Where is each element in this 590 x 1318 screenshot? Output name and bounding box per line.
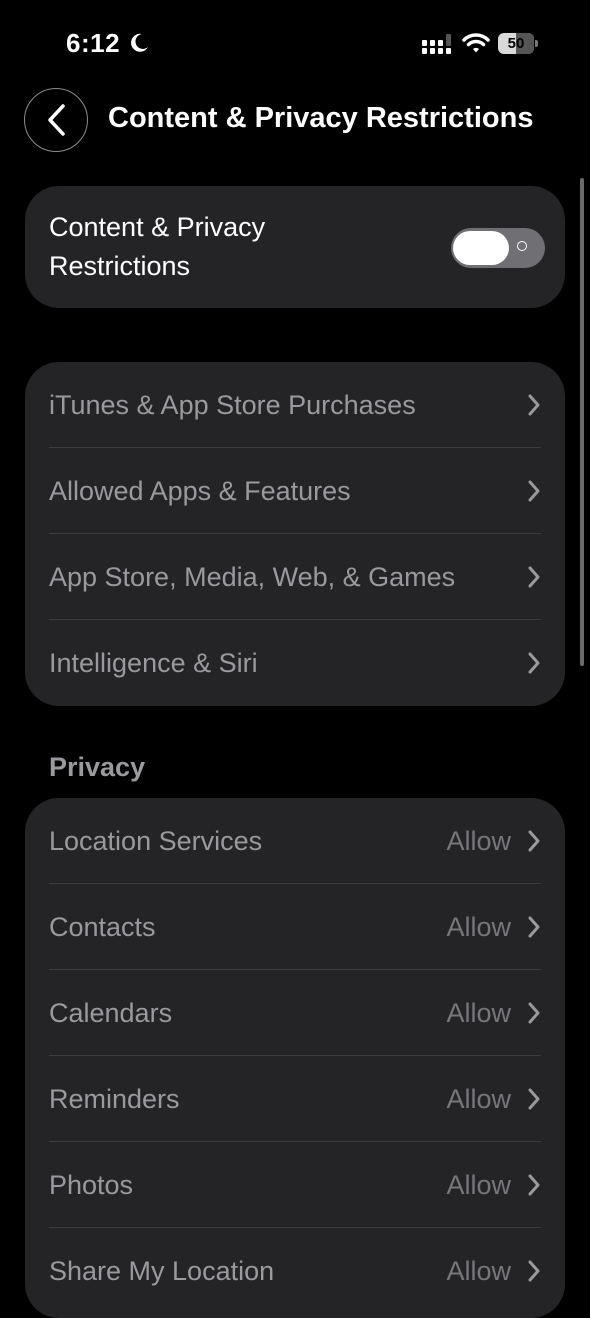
moon-icon bbox=[131, 33, 148, 52]
chevron-right-icon bbox=[528, 566, 540, 588]
privacy-item-calendars[interactable]: Calendars Allow bbox=[25, 970, 565, 1056]
wifi-icon bbox=[462, 33, 490, 53]
chevron-right-icon bbox=[528, 480, 540, 502]
privacy-item-value: Allow bbox=[446, 912, 511, 942]
privacy-item-location-services[interactable]: Location Services Allow bbox=[25, 798, 565, 884]
privacy-item-value: Allow bbox=[446, 1084, 511, 1114]
back-chevron-icon bbox=[48, 104, 65, 136]
menu-item-app-store-media[interactable]: App Store, Media, Web, & Games bbox=[25, 534, 565, 620]
status-bar: 6:12 50 bbox=[0, 0, 590, 88]
restrictions-menu: iTunes & App Store Purchases Allowed App… bbox=[25, 362, 565, 706]
privacy-item-label: Reminders bbox=[49, 1084, 180, 1114]
privacy-item-label: Location Services bbox=[49, 826, 263, 856]
privacy-item-value: Allow bbox=[446, 826, 511, 856]
status-time: 6:12 bbox=[66, 28, 121, 58]
chevron-right-icon bbox=[528, 1002, 540, 1024]
menu-item-itunes-purchases[interactable]: iTunes & App Store Purchases bbox=[25, 362, 565, 448]
menu-item-intelligence-siri[interactable]: Intelligence & Siri bbox=[25, 620, 565, 706]
chevron-right-icon bbox=[528, 1088, 540, 1110]
battery-level: 50 bbox=[507, 35, 525, 52]
back-button[interactable] bbox=[24, 88, 88, 152]
master-toggle-card: Content & Privacy Restrictions bbox=[25, 186, 565, 308]
chevron-right-icon bbox=[528, 652, 540, 674]
menu-item-label: iTunes & App Store Purchases bbox=[49, 390, 416, 420]
privacy-item-label: Contacts bbox=[49, 912, 156, 942]
master-toggle-label: Content & Privacy Restrictions bbox=[49, 212, 266, 281]
privacy-item-value: Allow bbox=[446, 1256, 511, 1286]
menu-item-label: App Store, Media, Web, & Games bbox=[49, 562, 456, 592]
menu-item-allowed-apps[interactable]: Allowed Apps & Features bbox=[25, 448, 565, 534]
privacy-item-share-my-location[interactable]: Share My Location Allow bbox=[25, 1228, 565, 1314]
page-title: Content & Privacy Restrictions bbox=[108, 102, 534, 134]
chevron-right-icon bbox=[528, 830, 540, 852]
chevron-right-icon bbox=[528, 1174, 540, 1196]
privacy-item-reminders[interactable]: Reminders Allow bbox=[25, 1056, 565, 1142]
privacy-item-value: Allow bbox=[446, 1170, 511, 1200]
battery-icon: 50 bbox=[498, 33, 538, 54]
toggle-knob bbox=[453, 231, 509, 265]
privacy-item-contacts[interactable]: Contacts Allow bbox=[25, 884, 565, 970]
chevron-right-icon bbox=[528, 394, 540, 416]
toggle-off-indicator-icon bbox=[517, 241, 527, 251]
master-toggle-switch[interactable] bbox=[451, 228, 545, 268]
privacy-item-label: Photos bbox=[49, 1170, 134, 1200]
privacy-section-header: Privacy bbox=[49, 752, 146, 782]
privacy-item-photos[interactable]: Photos Allow bbox=[25, 1142, 565, 1228]
privacy-item-label: Calendars bbox=[49, 998, 173, 1028]
chevron-right-icon bbox=[528, 916, 540, 938]
scrollbar[interactable] bbox=[580, 178, 584, 666]
privacy-item-label: Share My Location bbox=[49, 1256, 275, 1286]
chevron-right-icon bbox=[528, 1260, 540, 1282]
menu-item-label: Intelligence & Siri bbox=[49, 648, 258, 678]
signal-icon bbox=[422, 34, 451, 54]
menu-item-label: Allowed Apps & Features bbox=[49, 476, 351, 506]
privacy-item-value: Allow bbox=[446, 998, 511, 1028]
privacy-list: Location Services Allow Contacts Allow C… bbox=[25, 798, 565, 1318]
